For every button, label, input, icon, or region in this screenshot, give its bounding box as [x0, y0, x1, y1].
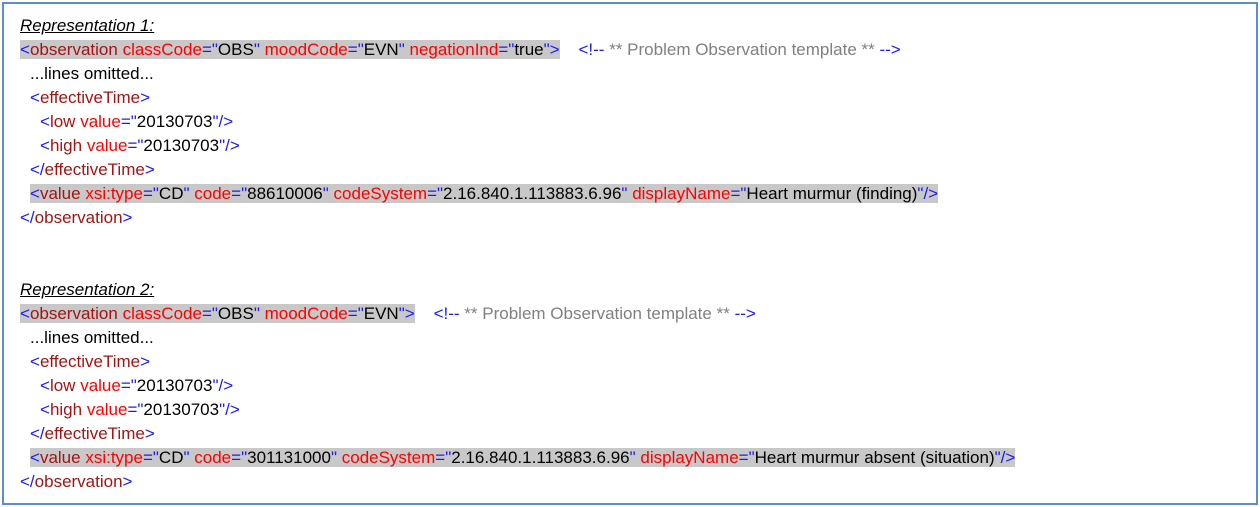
xml-comment: ** Problem Observation template **: [609, 40, 875, 59]
low-element: <low value="20130703"/>: [40, 112, 234, 131]
representation-heading: Representation 1:: [20, 16, 155, 35]
highlighted-tag: <observation classCode="OBS" moodCode="E…: [20, 40, 560, 59]
representation-block: Representation 2: <observation classCode…: [20, 278, 1016, 494]
observation-open-line: <observation classCode="OBS" moodCode="E…: [20, 304, 756, 323]
omitted-lines-text: ...lines omitted...: [30, 64, 154, 83]
value-element-line: <value xsi:type="CD" code="88610006" cod…: [20, 182, 1015, 206]
xml-document: Representation 1: <observation classCode…: [20, 14, 1016, 494]
omitted-lines-text: ...lines omitted...: [30, 328, 154, 347]
observation-close-line: </observation>: [20, 208, 133, 227]
value-element-line: <value xsi:type="CD" code="301131000" co…: [20, 446, 1016, 470]
effective-time-open: <effectiveTime>: [30, 88, 151, 107]
effective-time-close: </effectiveTime>: [30, 424, 155, 443]
xml-comment: ** Problem Observation template **: [464, 304, 730, 323]
representation-block: Representation 1: <observation classCode…: [20, 14, 1015, 230]
low-element: <low value="20130703"/>: [40, 376, 234, 395]
effective-time-close: </effectiveTime>: [30, 160, 155, 179]
effective-time-open: <effectiveTime>: [30, 352, 151, 371]
highlighted-tag: <value xsi:type="CD" code="301131000" co…: [30, 448, 1016, 467]
representation-heading: Representation 2:: [20, 280, 155, 299]
highlighted-tag: <value xsi:type="CD" code="88610006" cod…: [30, 184, 939, 203]
high-element: <high value="20130703"/>: [40, 136, 240, 155]
observation-open-line: <observation classCode="OBS" moodCode="E…: [20, 40, 901, 59]
observation-close-line: </observation>: [20, 472, 133, 491]
document-frame: Representation 1: <observation classCode…: [2, 2, 1258, 505]
high-element: <high value="20130703"/>: [40, 400, 240, 419]
highlighted-tag: <observation classCode="OBS" moodCode="E…: [20, 304, 415, 323]
